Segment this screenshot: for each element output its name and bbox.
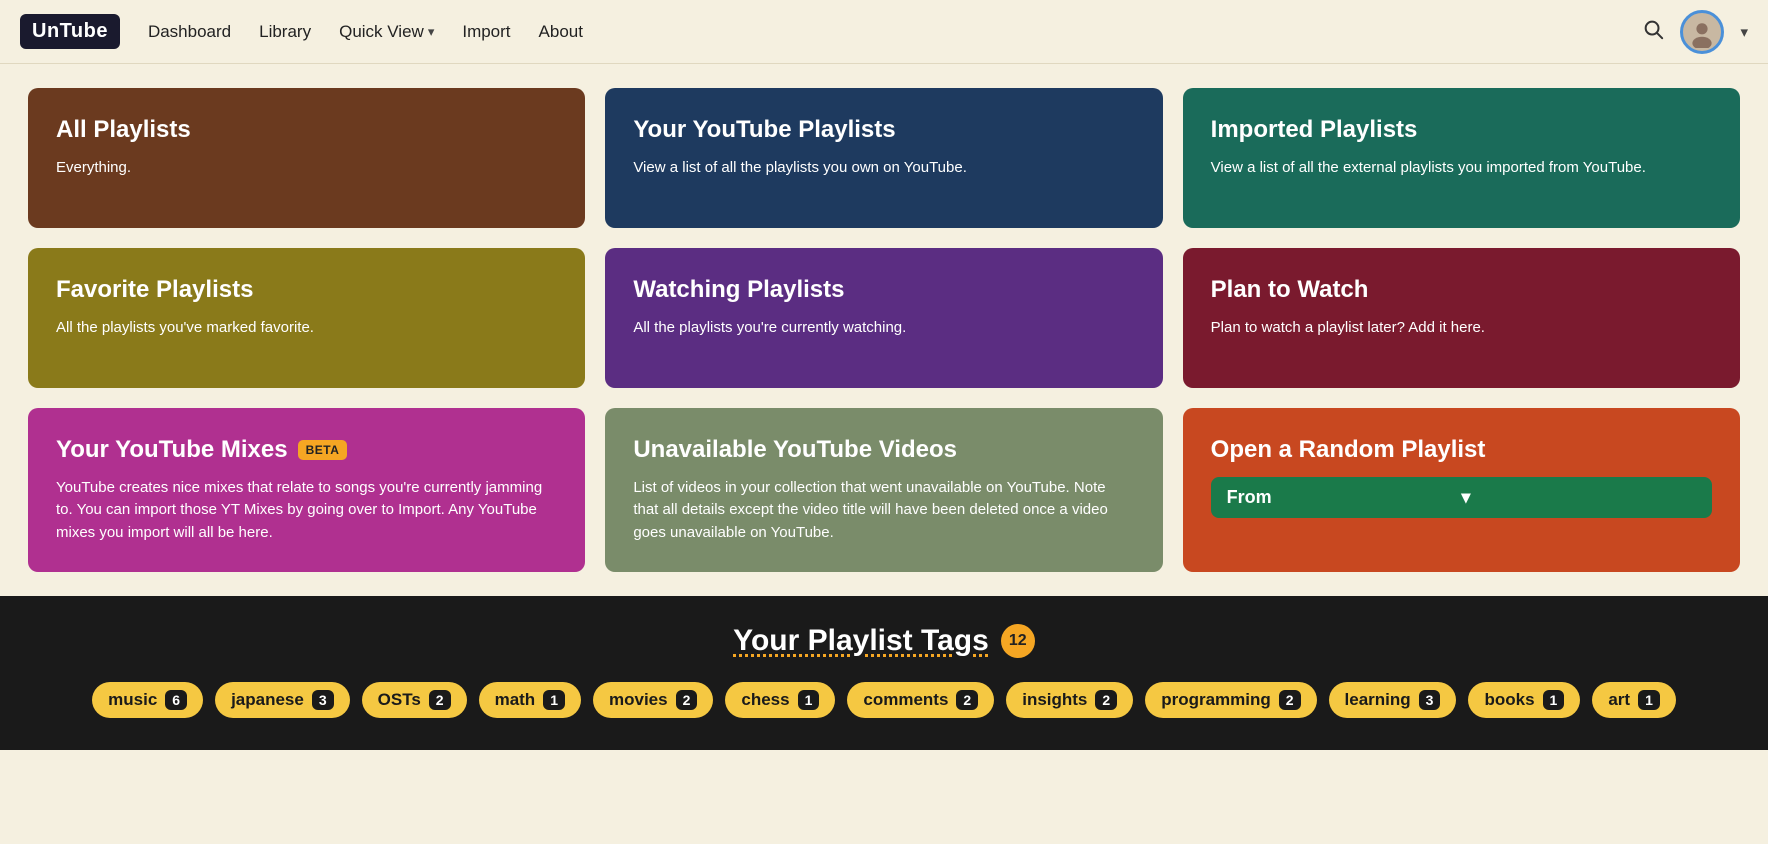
- card-random-playlist-title: Open a Random Playlist: [1211, 436, 1712, 465]
- tag-count: 6: [165, 690, 187, 710]
- card-yt-mixes-desc: YouTube creates nice mixes that relate t…: [56, 477, 557, 545]
- card-favorite-playlists[interactable]: Favorite Playlists All the playlists you…: [28, 248, 585, 388]
- card-favorite-playlists-title: Favorite Playlists: [56, 276, 557, 305]
- navbar: UnTube Dashboard Library Quick View ▾ Im…: [0, 0, 1768, 64]
- user-dropdown-arrow[interactable]: ▾: [1740, 23, 1748, 41]
- card-unavailable-videos[interactable]: Unavailable YouTube Videos List of video…: [605, 408, 1162, 572]
- nav-import[interactable]: Import: [462, 22, 510, 42]
- nav-about[interactable]: About: [539, 22, 583, 42]
- tag-count: 3: [312, 690, 334, 710]
- from-dropdown[interactable]: From ▾: [1211, 477, 1712, 518]
- nav-library[interactable]: Library: [259, 22, 311, 42]
- card-all-playlists-desc: Everything.: [56, 157, 557, 180]
- tags-section: Your Playlist Tags 12 music6japanese3OST…: [0, 596, 1768, 750]
- card-unavailable-videos-title: Unavailable YouTube Videos: [633, 436, 1134, 465]
- card-plan-to-watch-desc: Plan to watch a playlist later? Add it h…: [1211, 317, 1712, 340]
- tag-count: 2: [1279, 690, 1301, 710]
- tag-count: 2: [1095, 690, 1117, 710]
- tag-pill-math[interactable]: math 1: [479, 682, 581, 718]
- tag-pill-learning[interactable]: learning 3: [1329, 682, 1457, 718]
- card-all-playlists-title: All Playlists: [56, 116, 557, 145]
- from-dropdown-chevron: ▾: [1461, 487, 1696, 508]
- tag-pill-chess[interactable]: chess 1: [725, 682, 835, 718]
- tag-pill-books[interactable]: books 1: [1468, 682, 1580, 718]
- tag-pill-OSTs[interactable]: OSTs 2: [362, 682, 467, 718]
- card-unavailable-videos-desc: List of videos in your collection that w…: [633, 477, 1134, 545]
- card-random-playlist[interactable]: Open a Random Playlist From ▾: [1183, 408, 1740, 572]
- card-all-playlists[interactable]: All Playlists Everything.: [28, 88, 585, 228]
- tag-pill-insights[interactable]: insights 2: [1006, 682, 1133, 718]
- tag-label: math: [495, 690, 536, 710]
- card-plan-to-watch-title: Plan to Watch: [1211, 276, 1712, 305]
- tag-label: insights: [1022, 690, 1087, 710]
- card-youtube-playlists-desc: View a list of all the playlists you own…: [633, 157, 1134, 180]
- card-imported-playlists[interactable]: Imported Playlists View a list of all th…: [1183, 88, 1740, 228]
- tags-title-row: Your Playlist Tags 12: [28, 624, 1740, 658]
- tag-count: 1: [1543, 690, 1565, 710]
- tag-label: art: [1608, 690, 1630, 710]
- card-yt-mixes-title-row: Your YouTube Mixes BETA: [56, 436, 557, 465]
- tag-label: japanese: [231, 690, 304, 710]
- tag-label: movies: [609, 690, 668, 710]
- search-button[interactable]: [1642, 18, 1664, 46]
- tag-count: 2: [429, 690, 451, 710]
- user-avatar[interactable]: [1680, 10, 1724, 54]
- avatar-icon: [1686, 16, 1718, 48]
- tag-label: OSTs: [378, 690, 421, 710]
- beta-badge: BETA: [298, 440, 348, 460]
- card-plan-to-watch[interactable]: Plan to Watch Plan to watch a playlist l…: [1183, 248, 1740, 388]
- tag-count: 1: [1638, 690, 1660, 710]
- tag-count: 2: [676, 690, 698, 710]
- tag-label: chess: [741, 690, 789, 710]
- card-imported-playlists-title: Imported Playlists: [1211, 116, 1712, 145]
- card-watching-playlists-title: Watching Playlists: [633, 276, 1134, 305]
- main-content: All Playlists Everything. Your YouTube P…: [0, 64, 1768, 572]
- from-dropdown-label: From: [1227, 487, 1462, 508]
- tag-pill-movies[interactable]: movies 2: [593, 682, 713, 718]
- tag-count: 3: [1419, 690, 1441, 710]
- card-yt-mixes[interactable]: Your YouTube Mixes BETA YouTube creates …: [28, 408, 585, 572]
- card-favorite-playlists-desc: All the playlists you've marked favorite…: [56, 317, 557, 340]
- nav-quickview[interactable]: Quick View ▾: [339, 22, 434, 42]
- tag-pill-comments[interactable]: comments 2: [847, 682, 994, 718]
- cards-grid: All Playlists Everything. Your YouTube P…: [28, 88, 1740, 572]
- tag-pill-music[interactable]: music 6: [92, 682, 203, 718]
- logo[interactable]: UnTube: [20, 14, 120, 49]
- card-yt-mixes-title: Your YouTube Mixes: [56, 436, 288, 465]
- tag-label: learning: [1345, 690, 1411, 710]
- tag-count: 2: [956, 690, 978, 710]
- tags-section-title: Your Playlist Tags: [733, 624, 989, 658]
- card-youtube-playlists-title: Your YouTube Playlists: [633, 116, 1134, 145]
- tag-label: music: [108, 690, 157, 710]
- tag-label: programming: [1161, 690, 1271, 710]
- navbar-links: Dashboard Library Quick View ▾ Import Ab…: [148, 22, 1643, 42]
- tag-label: comments: [863, 690, 948, 710]
- quickview-dropdown-arrow: ▾: [428, 24, 435, 40]
- tag-pill-art[interactable]: art 1: [1592, 682, 1676, 718]
- card-imported-playlists-desc: View a list of all the external playlist…: [1211, 157, 1712, 180]
- tags-row: music 6 japanese 3 OSTs 2 math 1 movies 2 chess 1 co…: [28, 682, 1740, 718]
- search-icon: [1642, 18, 1664, 40]
- tag-count: 1: [543, 690, 565, 710]
- tag-label: books: [1484, 690, 1534, 710]
- nav-dashboard[interactable]: Dashboard: [148, 22, 231, 42]
- navbar-right: ▾: [1642, 10, 1748, 54]
- card-youtube-playlists[interactable]: Your YouTube Playlists View a list of al…: [605, 88, 1162, 228]
- tags-count-badge: 12: [1001, 624, 1035, 658]
- card-watching-playlists[interactable]: Watching Playlists All the playlists you…: [605, 248, 1162, 388]
- tag-pill-programming[interactable]: programming 2: [1145, 682, 1316, 718]
- card-watching-playlists-desc: All the playlists you're currently watch…: [633, 317, 1134, 340]
- tag-count: 1: [798, 690, 820, 710]
- tag-pill-japanese[interactable]: japanese 3: [215, 682, 350, 718]
